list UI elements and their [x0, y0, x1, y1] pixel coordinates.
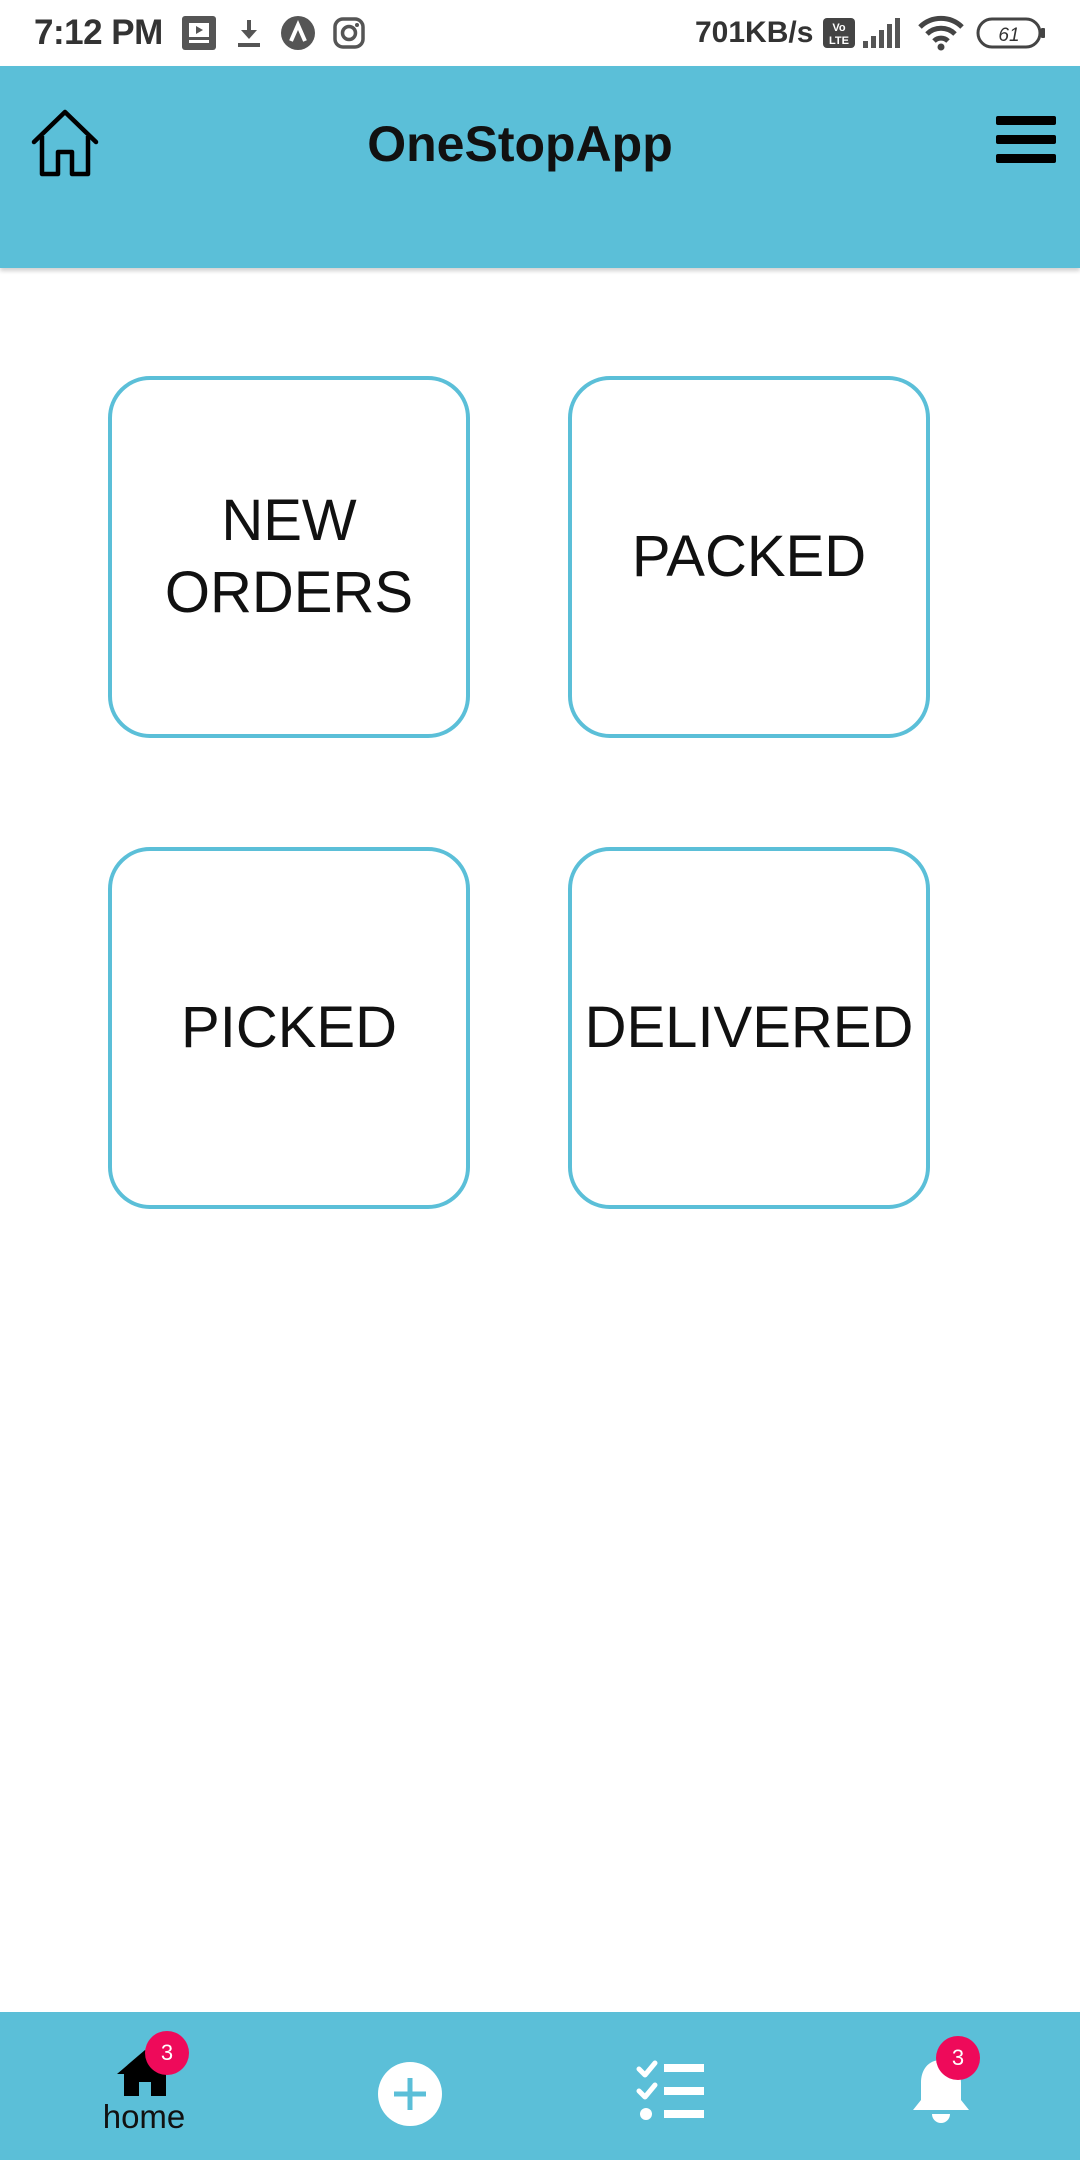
nav-add[interactable] — [372, 2012, 452, 2160]
notifications-badge: 3 — [936, 2036, 980, 2080]
volte-icon: Vo LTE — [822, 13, 856, 53]
status-time: 7:12 PM — [34, 13, 163, 52]
signal-icon — [862, 13, 906, 53]
nav-home-label: home — [102, 2098, 186, 2135]
nav-notifications[interactable]: 3 — [900, 2012, 1000, 2160]
network-speed: 701KB/s — [695, 16, 814, 49]
tile-label: DELIVERED — [584, 995, 914, 1060]
tile-picked[interactable]: PICKED — [108, 847, 470, 1209]
bottom-nav: 3 home 3 — [0, 2012, 1080, 2160]
tile-label: PACKED — [631, 524, 867, 589]
screen-icon — [180, 13, 218, 53]
svg-text:LTE: LTE — [829, 35, 849, 47]
tile-label: NEW ORDERS — [164, 488, 414, 625]
wifi-icon — [916, 13, 966, 53]
instagram-icon — [330, 13, 368, 53]
download-icon — [232, 13, 266, 53]
battery-level: 61 — [998, 25, 1019, 46]
app-icon — [279, 13, 317, 53]
nav-tasks[interactable] — [630, 2012, 710, 2160]
status-bar: 7:12 PM 701KB/s Vo LTE 61 — [0, 0, 1080, 66]
nav-home[interactable]: 3 home — [64, 2012, 224, 2160]
tile-new-orders[interactable]: NEW ORDERS — [108, 376, 470, 738]
battery-icon: 61 — [975, 13, 1047, 53]
add-icon — [378, 2062, 442, 2131]
tile-label: PICKED — [181, 995, 397, 1060]
tile-delivered[interactable]: DELIVERED — [568, 847, 930, 1209]
checklist-icon — [636, 2060, 706, 2127]
svg-text:Vo: Vo — [832, 22, 846, 34]
menu-icon[interactable] — [996, 116, 1056, 168]
app-bar: OneStopApp — [0, 66, 1080, 268]
home-badge: 3 — [145, 2031, 189, 2075]
app-title: OneStopApp — [367, 116, 673, 172]
tile-packed[interactable]: PACKED — [568, 376, 930, 738]
